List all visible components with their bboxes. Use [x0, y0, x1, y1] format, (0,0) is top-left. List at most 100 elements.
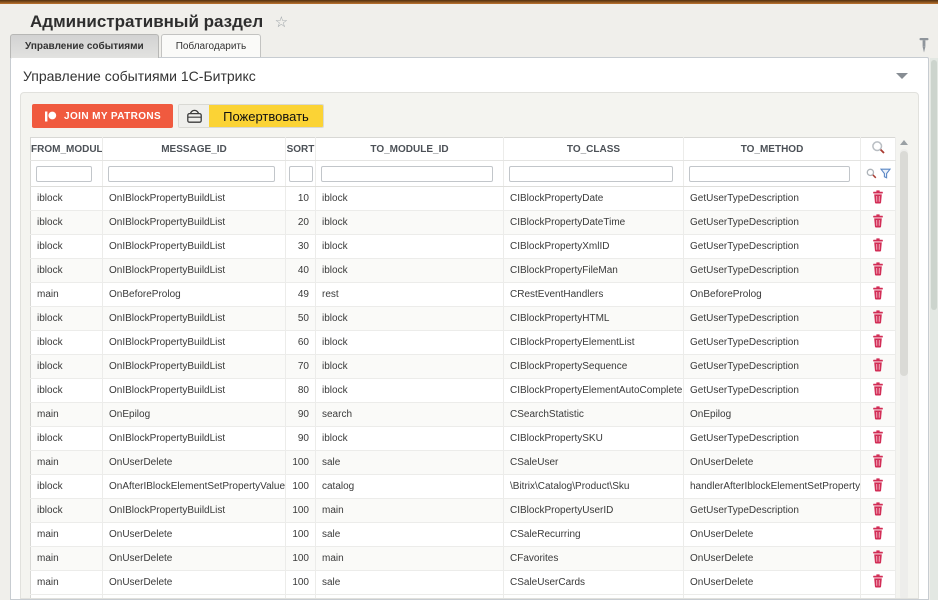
cell-to-module-id: rest	[316, 283, 504, 307]
trash-icon[interactable]	[872, 526, 884, 540]
cell-sort: 60	[286, 331, 316, 355]
trash-icon[interactable]	[872, 478, 884, 492]
table-row[interactable]: iblock OnIBlockPropertyBuildList 80 iblo…	[31, 379, 896, 403]
trash-icon[interactable]	[872, 430, 884, 444]
table-row[interactable]: iblock OnIBlockPropertyBuildList 40 iblo…	[31, 259, 896, 283]
table-row[interactable]: iblock OnIBlockPropertyBuildList 90 iblo…	[31, 427, 896, 451]
chevron-down-icon[interactable]	[896, 73, 908, 79]
filter-icon[interactable]	[880, 168, 891, 179]
cell-message-id: OnIBlockPropertyBuildList	[103, 187, 286, 211]
table-scrollbar[interactable]	[899, 137, 909, 599]
cell-to-method: GetUserTypeDescription	[684, 355, 861, 379]
cell-sort: 100	[286, 475, 316, 499]
table-header-row: FROM_MODULE_ID MESSAGE_ID SORT TO_MODULE…	[31, 138, 896, 161]
tab-thanks[interactable]: Поблагодарить	[161, 34, 262, 58]
cell-from-module-id: iblock	[31, 235, 103, 259]
tab-bar: Управление событиями Поблагодарить	[10, 34, 263, 58]
trash-icon[interactable]	[872, 550, 884, 564]
trash-icon[interactable]	[872, 262, 884, 276]
trash-icon[interactable]	[872, 574, 884, 588]
cell-to-module-id: sale	[316, 451, 504, 475]
trash-icon[interactable]	[872, 406, 884, 420]
cell-from-module-id: main	[31, 403, 103, 427]
trash-icon[interactable]	[872, 238, 884, 252]
filter-input-to-class[interactable]	[509, 166, 673, 182]
cell-message-id: OnBeforeProlog	[103, 283, 286, 307]
cell-to-module-id: sale	[316, 523, 504, 547]
cell-to-class: CSaleUser	[504, 451, 684, 475]
cell-to-class: CIBlockPropertyFileMan	[504, 259, 684, 283]
cell-message-id: OnIBlockPropertyBuildList	[103, 355, 286, 379]
tab-label: Управление событиями	[25, 41, 144, 52]
scrollbar-thumb[interactable]	[900, 151, 908, 376]
cell-to-method: OnEpilog	[684, 403, 861, 427]
cell-sort: 100	[286, 451, 316, 475]
filter-input-sort[interactable]	[289, 166, 313, 182]
cell-sort: 90	[286, 403, 316, 427]
trash-icon[interactable]	[872, 214, 884, 228]
table-row[interactable]	[31, 595, 896, 600]
cell-to-method: OnBeforeProlog	[684, 283, 861, 307]
cell-from-module-id: main	[31, 571, 103, 595]
table-row[interactable]: main OnUserDelete 100 main CFavorites On…	[31, 547, 896, 571]
table-row[interactable]: main OnEpilog 90 search CSearchStatistic…	[31, 403, 896, 427]
trash-icon[interactable]	[872, 454, 884, 468]
cell-to-module-id	[316, 595, 504, 600]
table-row[interactable]: main OnUserDelete 100 sale CSaleUserCard…	[31, 571, 896, 595]
col-message-id: MESSAGE_ID	[103, 138, 286, 161]
cell-sort: 100	[286, 571, 316, 595]
cell-from-module-id: iblock	[31, 355, 103, 379]
scrollbar-track[interactable]	[900, 149, 908, 599]
donate-button[interactable]: Пожертвовать	[178, 104, 324, 128]
trash-icon[interactable]	[872, 286, 884, 300]
table-row[interactable]: iblock OnAfterIBlockElementSetPropertyVa…	[31, 475, 896, 499]
grid-container: JOIN MY PATRONS Пожертвовать	[20, 92, 919, 599]
search-icon[interactable]	[871, 140, 886, 155]
table-row[interactable]: iblock OnIBlockPropertyBuildList 10 iblo…	[31, 187, 896, 211]
window-scrollbar-thumb[interactable]	[931, 60, 937, 310]
filter-input-message-id[interactable]	[108, 166, 275, 182]
patreon-label: JOIN MY PATRONS	[64, 111, 161, 122]
cell-to-module-id: iblock	[316, 307, 504, 331]
table-row[interactable]: iblock OnIBlockPropertyBuildList 20 iblo…	[31, 211, 896, 235]
scroll-up-icon[interactable]	[900, 140, 908, 145]
table-row[interactable]: main OnBeforeProlog 49 rest CRestEventHa…	[31, 283, 896, 307]
cell-to-class: CIBlockPropertyHTML	[504, 307, 684, 331]
trash-icon[interactable]	[872, 382, 884, 396]
table-row[interactable]: iblock OnIBlockPropertyBuildList 70 iblo…	[31, 355, 896, 379]
join-patrons-button[interactable]: JOIN MY PATRONS	[32, 104, 173, 128]
table-row[interactable]: iblock OnIBlockPropertyBuildList 30 iblo…	[31, 235, 896, 259]
cell-from-module-id: iblock	[31, 379, 103, 403]
search-icon[interactable]	[866, 168, 877, 179]
tab-event-management[interactable]: Управление событиями	[10, 34, 159, 58]
trash-icon[interactable]	[872, 502, 884, 516]
cell-message-id: OnIBlockPropertyBuildList	[103, 499, 286, 523]
table-row[interactable]: iblock OnIBlockPropertyBuildList 50 iblo…	[31, 307, 896, 331]
cell-to-class: CIBlockPropertySequence	[504, 355, 684, 379]
cell-to-module-id: sale	[316, 571, 504, 595]
table-row[interactable]: main OnUserDelete 100 sale CSaleRecurrin…	[31, 523, 896, 547]
cell-sort: 100	[286, 523, 316, 547]
cell-message-id: OnUserDelete	[103, 451, 286, 475]
pin-icon[interactable]	[916, 36, 932, 54]
table-row[interactable]: main OnUserDelete 100 sale CSaleUser OnU…	[31, 451, 896, 475]
cell-to-method: GetUserTypeDescription	[684, 187, 861, 211]
trash-icon[interactable]	[872, 334, 884, 348]
trash-icon[interactable]	[872, 358, 884, 372]
table-row[interactable]: iblock OnIBlockPropertyBuildList 60 iblo…	[31, 331, 896, 355]
cell-to-class: CIBlockPropertyXmlID	[504, 235, 684, 259]
filter-input-from-module-id[interactable]	[36, 166, 92, 182]
window-scrollbar[interactable]	[930, 58, 938, 600]
trash-icon[interactable]	[872, 310, 884, 324]
table-row[interactable]: iblock OnIBlockPropertyBuildList 100 mai…	[31, 499, 896, 523]
filter-input-to-module-id[interactable]	[321, 166, 493, 182]
patreon-icon	[44, 110, 57, 123]
filter-input-to-method[interactable]	[689, 166, 850, 182]
cell-to-module-id: iblock	[316, 235, 504, 259]
trash-icon[interactable]	[872, 190, 884, 204]
cell-to-module-id: iblock	[316, 379, 504, 403]
star-icon[interactable]: ☆	[275, 13, 288, 31]
cell-to-method: GetUserTypeDescription	[684, 211, 861, 235]
cell-to-class: CIBlockPropertyUserID	[504, 499, 684, 523]
cell-sort: 20	[286, 211, 316, 235]
